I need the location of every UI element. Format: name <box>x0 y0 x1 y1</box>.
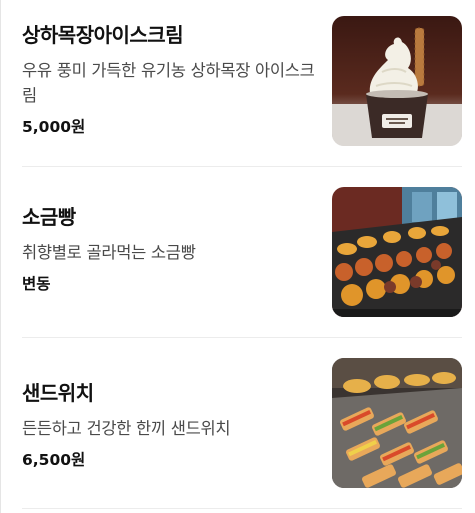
menu-item-photo <box>332 187 462 317</box>
menu-item-price: 변동 <box>22 275 51 293</box>
ice-cream-cup-photo <box>332 16 462 146</box>
menu-item-name: 소금빵 <box>22 205 76 229</box>
menu-item-photo <box>332 16 462 146</box>
menu-list: 상하목장아이스크림 우유 풍미 가득한 유기농 상하목장 아이스크림 5,000… <box>22 0 462 509</box>
menu-item-photo <box>332 358 462 488</box>
menu-item-name: 상하목장아이스크림 <box>22 23 184 47</box>
menu-item-ice-cream[interactable]: 상하목장아이스크림 우유 풍미 가득한 유기농 상하목장 아이스크림 5,000… <box>22 0 462 167</box>
menu-item-price: 5,000원 <box>22 118 86 136</box>
menu-item-info: 상하목장아이스크림 우유 풍미 가득한 유기농 상하목장 아이스크림 5,000… <box>22 22 317 138</box>
menu-item-sandwich[interactable]: 샌드위치 든든하고 건강한 한끼 샌드위치 6,500원 <box>22 338 462 509</box>
menu-item-info: 샌드위치 든든하고 건강한 한끼 샌드위치 6,500원 <box>22 380 317 471</box>
menu-item-description: 든든하고 건강한 한끼 샌드위치 <box>22 419 231 438</box>
sandwich-display-photo <box>332 358 462 488</box>
menu-item-info: 소금빵 취향별로 골라먹는 소금빵 변동 <box>22 204 317 295</box>
salt-bread-display-photo <box>332 187 462 317</box>
menu-item-price: 6,500원 <box>22 451 86 469</box>
menu-item-salt-bread[interactable]: 소금빵 취향별로 골라먹는 소금빵 변동 <box>22 167 462 338</box>
menu-item-description: 우유 풍미 가득한 유기농 상하목장 아이스크림 <box>22 61 315 105</box>
left-border <box>0 0 1 513</box>
menu-item-description: 취향별로 골라먹는 소금빵 <box>22 243 196 262</box>
menu-item-name: 샌드위치 <box>22 381 94 405</box>
